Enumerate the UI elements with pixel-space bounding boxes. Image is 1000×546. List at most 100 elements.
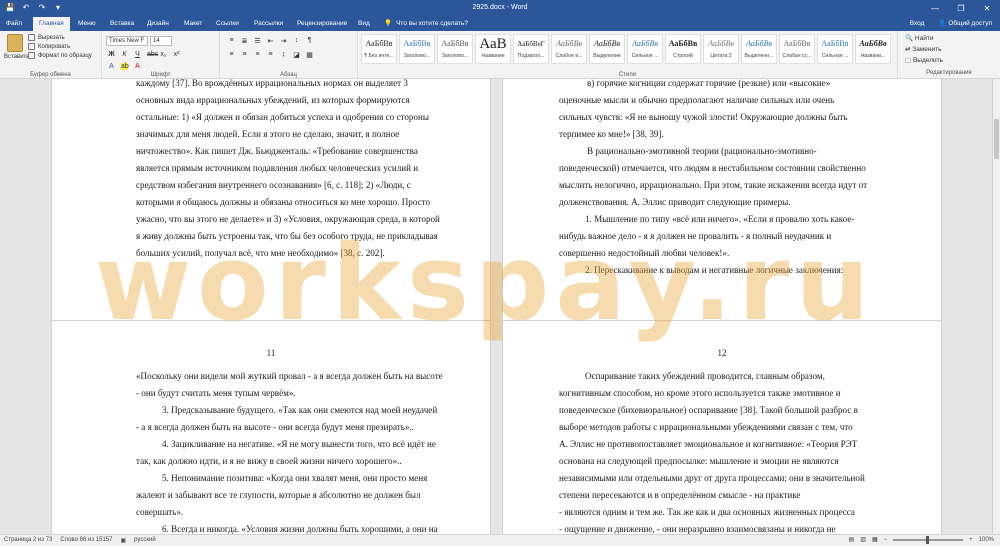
scrollbar-thumb[interactable] xyxy=(994,119,999,159)
italic-button[interactable]: К xyxy=(121,51,128,58)
tab-references[interactable]: Ссылки xyxy=(210,17,245,31)
tab-mailings[interactable]: Рассылки xyxy=(248,17,289,31)
align-right-icon[interactable]: ≡ xyxy=(254,51,261,59)
tab-insert[interactable]: Вставка xyxy=(104,17,140,31)
language[interactable]: русский xyxy=(134,537,156,544)
print-layout-icon[interactable]: ▥ xyxy=(860,536,866,543)
share-button[interactable]: 👤 Общий доступ xyxy=(938,17,992,31)
tab-home[interactable]: Главная xyxy=(33,17,70,31)
document-area[interactable]: каждому [37]. Во врождённых иррациональн… xyxy=(0,79,992,534)
page-12[interactable]: 12 Оспаривание таких убеждений проводитс… xyxy=(502,320,942,534)
style-name: Сильное ... xyxy=(631,53,659,59)
style-subtitle[interactable]: АаБбВеГ Подзагол... xyxy=(513,34,549,64)
style-heading-1[interactable]: АаБбВв Заголово... xyxy=(399,34,435,64)
vertical-scrollbar[interactable] xyxy=(992,79,1000,534)
style-intense-reference[interactable]: АаБбВв Сильная ... xyxy=(817,34,853,64)
style-heading-2[interactable]: АаБбВв Заголово... xyxy=(437,34,473,64)
select-button[interactable]: ⬚ Выделить xyxy=(905,56,943,64)
font-size-select[interactable]: 14 xyxy=(150,36,172,46)
subscript-button[interactable]: x₂ xyxy=(160,51,167,58)
text-line: которыми я общаюсь должны и обязаны отно… xyxy=(136,197,431,207)
text-line: 6. Всегда и никогда. «Условия жизни долж… xyxy=(162,524,438,534)
font-name-select[interactable]: Times New F xyxy=(106,36,148,46)
replace-label: Заменить xyxy=(912,46,942,53)
zoom-level[interactable]: 100% xyxy=(979,537,994,543)
shading-icon[interactable]: ◪ xyxy=(293,51,300,59)
tab-menu[interactable]: Меню xyxy=(72,17,102,31)
bullets-icon[interactable]: ≡ xyxy=(228,37,235,45)
decrease-indent-icon[interactable]: ⇤ xyxy=(267,37,274,45)
text-line: долженствования. А. Эллис приводит следу… xyxy=(559,197,791,207)
signin-link[interactable]: Вход xyxy=(910,17,925,31)
justify-icon[interactable]: ≡ xyxy=(267,51,274,59)
restore-button[interactable]: ❐ xyxy=(948,0,974,17)
borders-icon[interactable]: ▦ xyxy=(306,51,313,59)
page-count[interactable]: Страница 2 из 73 xyxy=(4,537,52,544)
minimize-button[interactable]: — xyxy=(922,0,948,17)
read-mode-icon[interactable]: ▤ xyxy=(849,536,855,543)
style-intense-quote[interactable]: АаБбВв Выделенн... xyxy=(741,34,777,64)
align-center-icon[interactable]: ≡ xyxy=(241,51,248,59)
strikethrough-button[interactable]: abc xyxy=(147,51,158,58)
style-book-title[interactable]: АаБбВв Названи... xyxy=(855,34,891,64)
bold-button[interactable]: Ж xyxy=(108,51,115,58)
style-name: ¶ Без инте... xyxy=(364,53,394,59)
underline-button[interactable]: Ч xyxy=(134,51,141,58)
paste-button[interactable]: Вставить xyxy=(4,34,29,60)
style-name: Слабое в... xyxy=(555,53,583,59)
text-line: в) горячие когниции содержат горячие (ре… xyxy=(587,79,831,88)
page-number: 11 xyxy=(266,348,276,358)
zoom-slider[interactable] xyxy=(893,535,964,544)
text-line: основана на следующей предпосылке: мышле… xyxy=(559,456,839,466)
style-sample: АаБбВв xyxy=(708,39,734,48)
text-line: ничтожество». Как пишет Дж. Бьюдженталь:… xyxy=(136,146,418,156)
text-line: 4. Зацикливание на негативе. «Я не могу … xyxy=(162,439,436,449)
tab-review[interactable]: Рецензирование xyxy=(291,17,353,31)
tell-me-box[interactable]: 💡 Что вы хотите сделать? xyxy=(384,17,468,31)
proofing-icon[interactable]: ▣ xyxy=(120,537,126,544)
font-color-button[interactable]: A xyxy=(134,63,141,70)
word-count[interactable]: Слово 86 из 15157 xyxy=(60,537,112,544)
copy-button[interactable]: Копировать xyxy=(28,43,92,50)
format-painter-button[interactable]: Формат по образцу xyxy=(28,52,92,59)
align-left-icon[interactable]: ≡ xyxy=(228,51,235,59)
highlight-button[interactable]: ab xyxy=(121,63,129,70)
web-layout-icon[interactable]: ▦ xyxy=(872,536,878,543)
find-button[interactable]: 🔍 Найти xyxy=(905,34,943,42)
tab-file[interactable]: Файл xyxy=(0,17,28,31)
style-emphasis[interactable]: АаБбВв Выделение xyxy=(589,34,625,64)
styles-group-label: Стили xyxy=(618,72,637,78)
replace-button[interactable]: ⇄ Заменить xyxy=(905,45,943,53)
zoom-slider-knob[interactable] xyxy=(926,535,930,544)
pilcrow-icon[interactable]: ¶ xyxy=(306,37,313,45)
text-effects-button[interactable]: A xyxy=(108,63,115,70)
zoom-out-button[interactable]: − xyxy=(884,537,888,543)
increase-indent-icon[interactable]: ⇥ xyxy=(280,37,287,45)
style-quote-2[interactable]: АаБбВв Цитата 2 xyxy=(703,34,739,64)
page-11[interactable]: 11 «Поскольку они видели мой жуткий пров… xyxy=(51,320,491,534)
tell-me-text: Что вы хотите сделать? xyxy=(396,20,468,27)
text-line: каждому [37]. Во врождённых иррациональн… xyxy=(136,79,408,88)
text-line: так, как должно идти, и я не вижу в свое… xyxy=(136,456,402,466)
style-strong[interactable]: АаБбВв Строгий xyxy=(665,34,701,64)
style-intense-emphasis[interactable]: АаБбВв Сильное ... xyxy=(627,34,663,64)
tab-layout[interactable]: Макет xyxy=(178,17,208,31)
text-line: основных вида иррациональных убеждений, … xyxy=(136,95,410,105)
status-bar: Страница 2 из 73 Слово 86 из 15157 ▣ рус… xyxy=(0,534,1000,546)
close-button[interactable]: ✕ xyxy=(974,0,1000,17)
style-no-spacing[interactable]: АаБбВв ¶ Без инте... xyxy=(361,34,397,64)
multilevel-icon[interactable]: ☰ xyxy=(254,37,261,45)
cut-button[interactable]: Вырезать xyxy=(28,34,92,41)
style-subtle-emphasis[interactable]: АаБбВв Слабое в... xyxy=(551,34,587,64)
numbering-icon[interactable]: ≣ xyxy=(241,37,248,45)
style-sample: АаБбВв xyxy=(821,39,849,48)
line-spacing-icon[interactable]: ↨ xyxy=(280,51,287,59)
sort-icon[interactable]: ↕ xyxy=(293,37,300,45)
text-line: совершать». xyxy=(136,507,184,517)
superscript-button[interactable]: x² xyxy=(173,51,180,58)
style-title[interactable]: АаВ Название xyxy=(475,34,511,64)
style-subtle-reference[interactable]: АаБбВв Слабая сс... xyxy=(779,34,815,64)
tab-view[interactable]: Вид xyxy=(352,17,376,31)
zoom-in-button[interactable]: + xyxy=(969,537,973,543)
tab-design[interactable]: Дизайн xyxy=(141,17,175,31)
